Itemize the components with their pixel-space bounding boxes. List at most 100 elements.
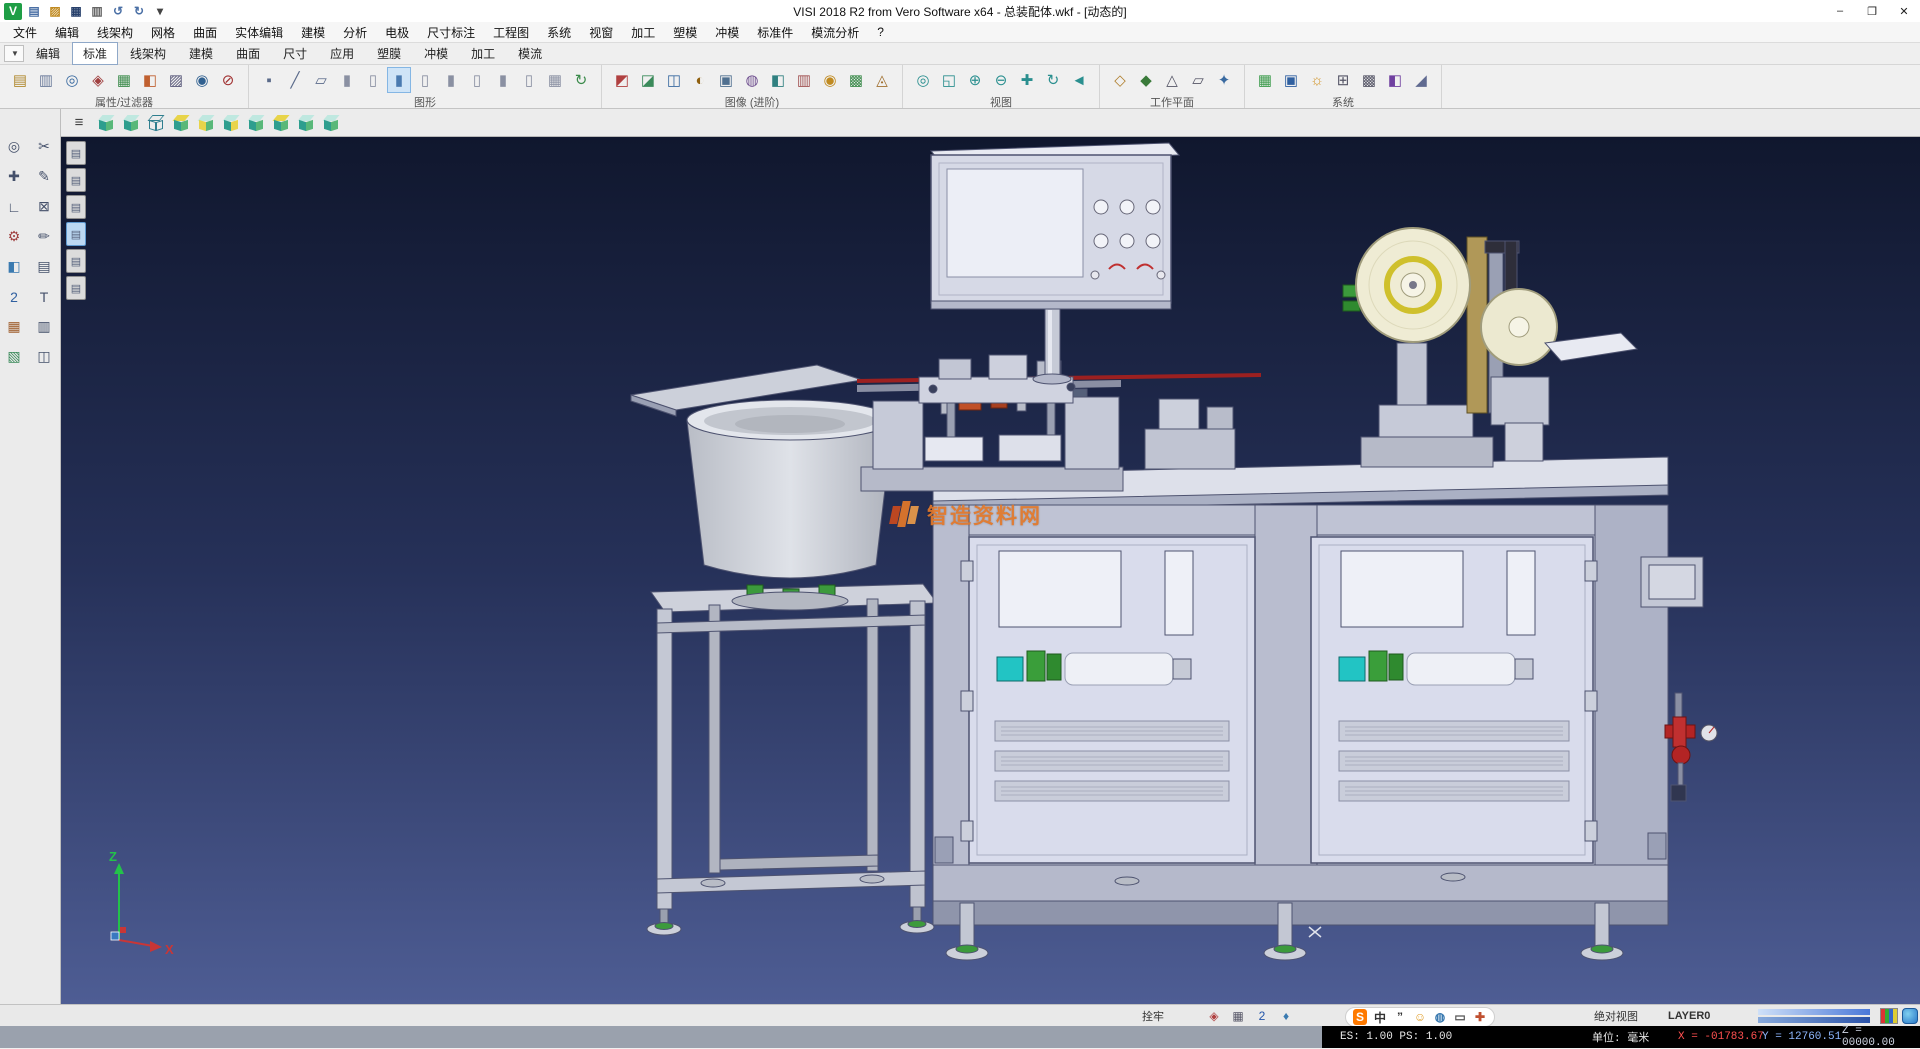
- workplane-3points-icon[interactable]: △: [1160, 67, 1184, 93]
- show-curves-icon[interactable]: ╱: [283, 67, 307, 93]
- tab-edit[interactable]: 编辑: [25, 42, 71, 65]
- view-iso-icon[interactable]: [245, 112, 267, 134]
- tab-die[interactable]: 冲模: [413, 42, 459, 65]
- show-grid-icon[interactable]: ▦: [543, 67, 567, 93]
- tab-surface[interactable]: 曲面: [225, 42, 271, 65]
- filter-layer-icon[interactable]: ▦: [112, 67, 136, 93]
- close-button[interactable]: ✕: [1888, 1, 1920, 22]
- performance-icon[interactable]: ◢: [1409, 67, 1433, 93]
- tab-standard[interactable]: 标准: [72, 42, 118, 65]
- viewport-preset-6[interactable]: ▤: [66, 276, 86, 300]
- filter-color-icon[interactable]: ◧: [138, 67, 162, 93]
- menu-mesh[interactable]: 网格: [142, 22, 184, 43]
- 3d-model-canvas[interactable]: Z X: [61, 137, 1920, 1004]
- light-config-icon[interactable]: ☼: [1305, 67, 1329, 93]
- solid-view-icon[interactable]: ◧: [2, 255, 26, 278]
- previous-view-icon[interactable]: ◄: [1067, 67, 1091, 93]
- ime-chinese-mode[interactable]: 中: [1373, 1009, 1387, 1025]
- erase-tool-icon[interactable]: ⊠: [32, 195, 56, 218]
- attribute-copy-icon[interactable]: ▥: [34, 67, 58, 93]
- quick-select-icon[interactable]: ◉: [190, 67, 214, 93]
- pan-view-icon[interactable]: ✚: [1015, 67, 1039, 93]
- workplane-view-icon[interactable]: ▱: [1186, 67, 1210, 93]
- menu-dimension[interactable]: 尺寸标注: [418, 22, 484, 43]
- tab-wireframe[interactable]: 线架构: [119, 42, 177, 65]
- show-solids-icon[interactable]: ▮: [335, 67, 359, 93]
- viewport-preset-4[interactable]: ▤: [66, 222, 86, 246]
- view-shaded-icon[interactable]: [95, 112, 117, 134]
- zoom-out-icon[interactable]: ⊖: [989, 67, 1013, 93]
- rotate-view-icon[interactable]: ↻: [1041, 67, 1065, 93]
- menu-surface[interactable]: 曲面: [184, 22, 226, 43]
- menu-wireframe[interactable]: 线架构: [88, 22, 142, 43]
- menu-file[interactable]: 文件: [4, 22, 46, 43]
- viewport-preset-5[interactable]: ▤: [66, 249, 86, 273]
- hand-input-icon[interactable]: 2: [1253, 1007, 1271, 1025]
- filter-all-icon[interactable]: ◎: [60, 67, 84, 93]
- snap-lock-toggle[interactable]: 拴牢: [1142, 1005, 1164, 1027]
- qat-more-icon[interactable]: ▾: [151, 3, 169, 20]
- menu-flow-analysis[interactable]: 模流分析: [802, 22, 868, 43]
- workplane-standard-icon[interactable]: ◇: [1108, 67, 1132, 93]
- minimize-button[interactable]: –: [1824, 1, 1856, 22]
- show-axes-icon[interactable]: ▯: [465, 67, 489, 93]
- clipboard-tool-icon[interactable]: ▥: [32, 315, 56, 338]
- voice-input-icon[interactable]: ♦: [1277, 1007, 1295, 1025]
- save-icon[interactable]: ▦: [67, 3, 85, 20]
- snap-tool-icon[interactable]: ✚: [2, 165, 26, 188]
- tab-dimension[interactable]: 尺寸: [272, 42, 318, 65]
- image-capture-icon[interactable]: ◬: [870, 67, 894, 93]
- tab-machining[interactable]: 加工: [460, 42, 506, 65]
- show-edges-icon[interactable]: ▮: [439, 67, 463, 93]
- menu-system[interactable]: 系统: [538, 22, 580, 43]
- 2d-mode-icon[interactable]: 2: [2, 285, 26, 308]
- status-corner-icon[interactable]: [1902, 1005, 1918, 1027]
- clip-plane-icon[interactable]: ▥: [792, 67, 816, 93]
- view-dimetric-icon[interactable]: [295, 112, 317, 134]
- edit-tool-icon[interactable]: ✏: [32, 225, 56, 248]
- ime-keyboard-icon[interactable]: ▭: [1453, 1009, 1467, 1025]
- grid-toggle-icon[interactable]: ▦: [1229, 1007, 1247, 1025]
- tab-application[interactable]: 应用: [319, 42, 365, 65]
- trim-tool-icon[interactable]: ✂: [32, 135, 56, 158]
- view-list-icon[interactable]: ≡: [67, 112, 91, 134]
- menu-edit[interactable]: 编辑: [46, 22, 88, 43]
- view-front-icon[interactable]: [195, 112, 217, 134]
- menu-standard-parts[interactable]: 标准件: [748, 22, 802, 43]
- menu-drawing[interactable]: 工程图: [484, 22, 538, 43]
- highlight-icon[interactable]: ◉: [818, 67, 842, 93]
- show-surfaces-icon[interactable]: ▱: [309, 67, 333, 93]
- ime-emoji-icon[interactable]: ☺: [1413, 1009, 1427, 1025]
- snap-settings-icon[interactable]: ◈: [1205, 1007, 1223, 1025]
- menu-analysis[interactable]: 分析: [334, 22, 376, 43]
- ime-punctuation[interactable]: ”: [1393, 1009, 1407, 1025]
- sheet-view-icon[interactable]: ▤: [32, 255, 56, 278]
- sketch-tool-icon[interactable]: ✎: [32, 165, 56, 188]
- ime-mic-icon[interactable]: ◍: [1433, 1009, 1447, 1025]
- view-side-icon[interactable]: [220, 112, 242, 134]
- menu-window[interactable]: 视窗: [580, 22, 622, 43]
- palette-tool-icon[interactable]: ▦: [2, 315, 26, 338]
- hatch-config-icon[interactable]: ▩: [1357, 67, 1381, 93]
- menu-mold[interactable]: 塑模: [664, 22, 706, 43]
- zoom-tool-icon[interactable]: ◎: [2, 135, 26, 158]
- render-shaded-icon[interactable]: ◩: [610, 67, 634, 93]
- texture-icon[interactable]: ▣: [714, 67, 738, 93]
- sogou-logo-icon[interactable]: S: [1353, 1009, 1367, 1025]
- menu-die[interactable]: 冲模: [706, 22, 748, 43]
- view-top-icon[interactable]: [170, 112, 192, 134]
- viewport-preset-3[interactable]: ▤: [66, 195, 86, 219]
- text-tool-icon[interactable]: T: [32, 285, 56, 308]
- zoom-fit-icon[interactable]: ◎: [911, 67, 935, 93]
- maximize-button[interactable]: ❐: [1856, 1, 1888, 22]
- 3d-viewport[interactable]: Z X ▤▤▤▤▤▤ 智造资料网: [61, 137, 1920, 1004]
- grid-config-icon[interactable]: ⊞: [1331, 67, 1355, 93]
- color-palette-icon[interactable]: [1880, 1005, 1898, 1027]
- show-wireframe-icon[interactable]: ▯: [361, 67, 385, 93]
- ime-toolbox-icon[interactable]: ✚: [1473, 1009, 1487, 1025]
- measure-tool-icon[interactable]: ∟: [2, 195, 26, 218]
- redo-icon[interactable]: ↻: [130, 3, 148, 20]
- workplane-entity-icon[interactable]: ◆: [1134, 67, 1158, 93]
- screen-config-icon[interactable]: ▣: [1279, 67, 1303, 93]
- render-mixed-icon[interactable]: ◫: [662, 67, 686, 93]
